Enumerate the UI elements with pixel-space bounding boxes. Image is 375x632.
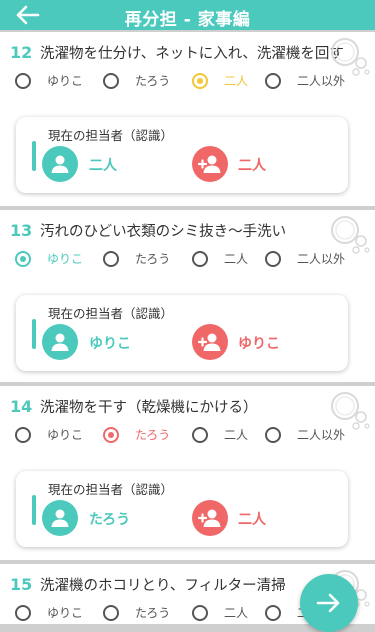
option-label: ゆりこ (47, 428, 84, 442)
option-label: たろう (135, 74, 171, 88)
person-icon (51, 155, 69, 173)
option-3[interactable]: 二人以外 (265, 426, 345, 443)
radio-button[interactable] (265, 604, 281, 621)
question-header: 12 洗濯物を仕分け、ネットに入れ、洗濯機を回す (10, 42, 344, 63)
avatar (42, 500, 78, 536)
option-label: 二人 (224, 428, 249, 442)
option-2[interactable]: 二人 (192, 250, 248, 267)
option-1[interactable]: たろう (103, 604, 170, 621)
option-label: ゆりこ (47, 74, 84, 88)
assignee-self: ゆりこ (89, 336, 131, 352)
radio-button[interactable] (15, 604, 31, 621)
question-number: 14 (10, 397, 33, 416)
option-1[interactable]: たろう (103, 426, 170, 443)
assignee-self: たろう (89, 512, 131, 528)
avatar-partner[interactable] (192, 500, 228, 536)
radio-button[interactable] (192, 72, 208, 89)
assignee-self: 二人 (89, 158, 117, 174)
next-button[interactable] (300, 574, 358, 632)
option-label: たろう (135, 428, 171, 442)
question-section: 12 洗濯物を仕分け、ネットに入れ、洗濯機を回す ゆりこ たろう 二人 二人以外 現在の担当… (0, 32, 375, 206)
person-add-icon (197, 155, 221, 173)
radio-button[interactable] (265, 72, 281, 89)
option-label: たろう (135, 606, 171, 620)
current-assignee-card: 現在の担当者（認識） 二人 二人 (16, 117, 348, 193)
question-section: 14 洗濯物を干す（乾燥機にかける） ゆりこ たろう 二人 二人以外 現在の担当者（認識）た… (0, 386, 375, 560)
answer-options: ゆりこ たろう 二人 二人以外 (15, 426, 360, 448)
radio-button[interactable] (265, 426, 281, 443)
person-icon (51, 333, 69, 351)
question-number: 15 (10, 575, 33, 594)
assignee-partner: 二人 (238, 512, 266, 528)
option-label: 二人 (224, 74, 249, 88)
option-2[interactable]: 二人 (192, 72, 248, 89)
assignee-partner: 二人 (238, 158, 266, 174)
radio-button[interactable] (103, 426, 119, 443)
option-label: ゆりこ (47, 606, 84, 620)
question-number: 13 (10, 221, 33, 240)
radio-button[interactable] (192, 604, 208, 621)
radio-button[interactable] (103, 72, 119, 89)
radio-button[interactable] (103, 604, 119, 621)
radio-button[interactable] (15, 72, 31, 89)
question-header: 14 洗濯物を干す（乾燥機にかける） (10, 396, 258, 417)
option-label: 二人以外 (297, 252, 346, 266)
radio-button[interactable] (192, 250, 208, 267)
assignee-partner: ゆりこ (238, 336, 280, 352)
card-title: 現在の担当者（認識） (48, 482, 174, 497)
question-number: 12 (10, 43, 33, 62)
answer-options: ゆりこ たろう 二人 二人以外 (15, 250, 360, 272)
option-label: たろう (135, 252, 171, 266)
arrow-right-icon (316, 593, 340, 613)
question-header: 13 汚れのひどい衣類のシミ抜き～手洗い (10, 220, 286, 241)
option-label: 二人 (224, 606, 249, 620)
question-text: 洗濯物を仕分け、ネットに入れ、洗濯機を回す (40, 46, 344, 62)
option-2[interactable]: 二人 (192, 604, 248, 621)
option-label: ゆりこ (47, 252, 84, 266)
option-3[interactable]: 二人以外 (265, 72, 345, 89)
option-0[interactable]: ゆりこ (15, 426, 83, 443)
current-assignee-card: 現在の担当者（認識） ゆりこ ゆりこ (16, 295, 348, 371)
question-text: 汚れのひどい衣類のシミ抜き～手洗い (40, 224, 287, 240)
person-icon (51, 509, 69, 527)
card-title: 現在の担当者（認識） (48, 306, 174, 321)
radio-button[interactable] (15, 426, 31, 443)
card-accent-bar (32, 141, 36, 171)
option-0[interactable]: ゆりこ (15, 72, 83, 89)
avatar (42, 146, 78, 182)
option-0[interactable]: ゆりこ (15, 604, 83, 621)
card-accent-bar (32, 495, 36, 525)
avatar-partner[interactable] (192, 146, 228, 182)
question-text: 洗濯物を干す（乾燥機にかける） (40, 400, 258, 416)
radio-button[interactable] (15, 250, 31, 267)
question-header: 15 洗濯機のホコリとり、フィルター清掃 (10, 574, 286, 595)
option-3[interactable]: 二人以外 (265, 250, 345, 267)
card-accent-bar (32, 319, 36, 349)
question-text: 洗濯機のホコリとり、フィルター清掃 (40, 578, 286, 594)
person-add-icon (197, 509, 221, 527)
radio-button[interactable] (103, 250, 119, 267)
option-0[interactable]: ゆりこ (15, 250, 83, 267)
question-section: 13 汚れのひどい衣類のシミ抜き～手洗いゆりこ たろう 二人 二人以外現在の担当者（認識… (0, 210, 375, 382)
radio-button[interactable] (192, 426, 208, 443)
current-assignee-card: 現在の担当者（認識） たろう 二人 (16, 471, 348, 547)
option-2[interactable]: 二人 (192, 426, 248, 443)
option-1[interactable]: たろう (103, 250, 170, 267)
avatar-partner[interactable] (192, 324, 228, 360)
card-title: 現在の担当者（認識） (48, 128, 174, 143)
option-label: 二人以外 (297, 74, 346, 88)
option-1[interactable]: たろう (103, 72, 170, 89)
option-label: 二人以外 (297, 428, 346, 442)
answer-options: ゆりこ たろう 二人 二人以外 (15, 72, 360, 94)
avatar (42, 324, 78, 360)
option-label: 二人 (224, 252, 249, 266)
radio-button[interactable] (265, 250, 281, 267)
app-header: 再分担 - 家事編 (0, 0, 375, 30)
page-title: 再分担 - 家事編 (124, 10, 251, 30)
person-add-icon (197, 333, 221, 351)
